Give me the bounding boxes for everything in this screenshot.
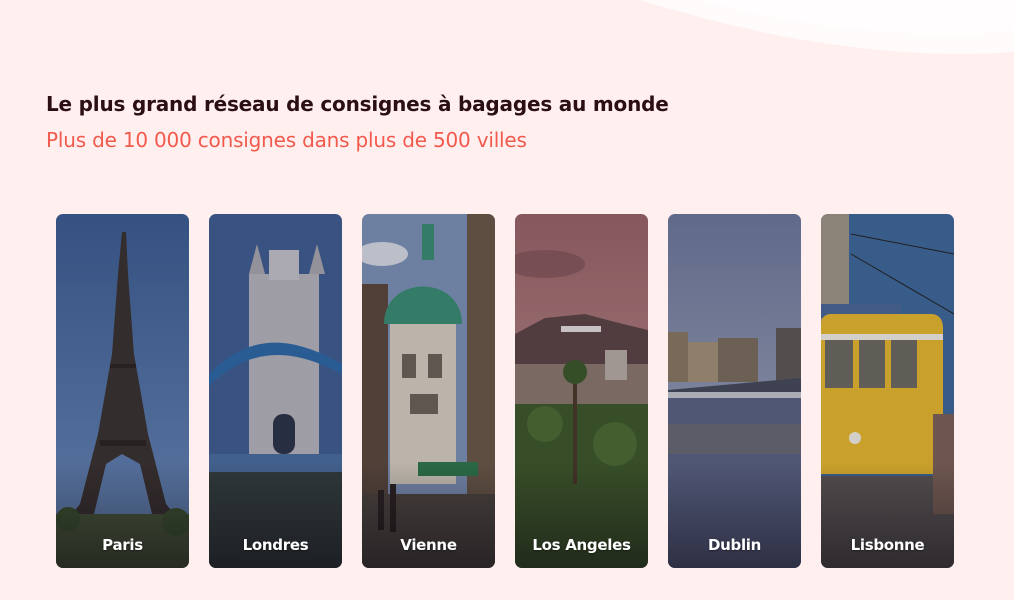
city-card-vienne[interactable]: Vienne (362, 214, 495, 568)
page-subtitle: Plus de 10 000 consignes dans plus de 50… (46, 128, 527, 152)
city-card-dublin[interactable]: Dublin (668, 214, 801, 568)
card-overlay (821, 214, 954, 568)
card-overlay (362, 214, 495, 568)
city-label: Londres (242, 536, 309, 554)
city-label: Los Angeles (532, 536, 631, 554)
city-label: Vienne (400, 536, 457, 554)
card-overlay (515, 214, 648, 568)
city-label: Dublin (707, 536, 762, 554)
city-label: Paris (102, 536, 143, 554)
card-overlay (209, 214, 342, 568)
city-card-los-angeles[interactable]: Los Angeles (515, 214, 648, 568)
card-overlay (56, 214, 189, 568)
page-title: Le plus grand réseau de consignes à baga… (46, 92, 669, 116)
card-overlay (668, 214, 801, 568)
background-wave (640, 0, 1014, 54)
city-card-londres[interactable]: Londres (209, 214, 342, 568)
city-card-paris[interactable]: Paris (56, 214, 189, 568)
city-label: Lisbonne (850, 536, 925, 554)
city-card-lisbonne[interactable]: Lisbonne (821, 214, 954, 568)
